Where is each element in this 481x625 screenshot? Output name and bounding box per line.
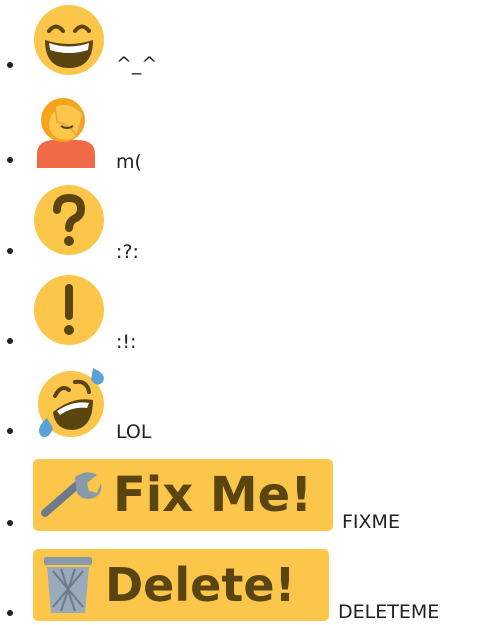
- rolling-on-floor-laughing-icon: [33, 366, 105, 444]
- bullet: [7, 338, 13, 344]
- list-item: LOL: [0, 360, 481, 445]
- grinning-face-icon: [33, 4, 105, 80]
- wastebasket-icon: [41, 555, 95, 619]
- smiley-code-text: DELETEME: [338, 601, 440, 623]
- smiley-code-text: :!:: [116, 331, 137, 353]
- question-mark-icon: [33, 184, 105, 260]
- exclamation-mark-icon: [33, 274, 105, 350]
- bullet: [7, 520, 13, 526]
- bullet: [7, 610, 13, 616]
- list-item: Delete! DELETEME: [0, 545, 481, 625]
- deleteme-badge: Delete!: [33, 549, 329, 621]
- list-item: :?:: [0, 180, 481, 265]
- list-item: ^_^: [0, 0, 481, 85]
- smiley-code-text: m(: [116, 151, 142, 173]
- wrench-icon: [41, 469, 103, 525]
- smiley-code-text: ^_^: [116, 53, 158, 75]
- list-item: :!:: [0, 270, 481, 355]
- bullet: [7, 157, 13, 163]
- facepalm-icon: [33, 96, 99, 172]
- smiley-code-text: :?:: [116, 241, 139, 263]
- bullet: [7, 428, 13, 434]
- fixme-badge: Fix Me!: [33, 459, 333, 531]
- bullet: [7, 248, 13, 254]
- list-item: Fix Me! FIXME: [0, 455, 481, 535]
- list-item: m(: [0, 90, 481, 175]
- deleteme-badge-text: Delete!: [105, 558, 296, 612]
- smiley-code-text: FIXME: [342, 511, 400, 533]
- fixme-badge-text: Fix Me!: [113, 467, 313, 523]
- bullet: [7, 62, 13, 68]
- smiley-code-text: LOL: [116, 421, 152, 443]
